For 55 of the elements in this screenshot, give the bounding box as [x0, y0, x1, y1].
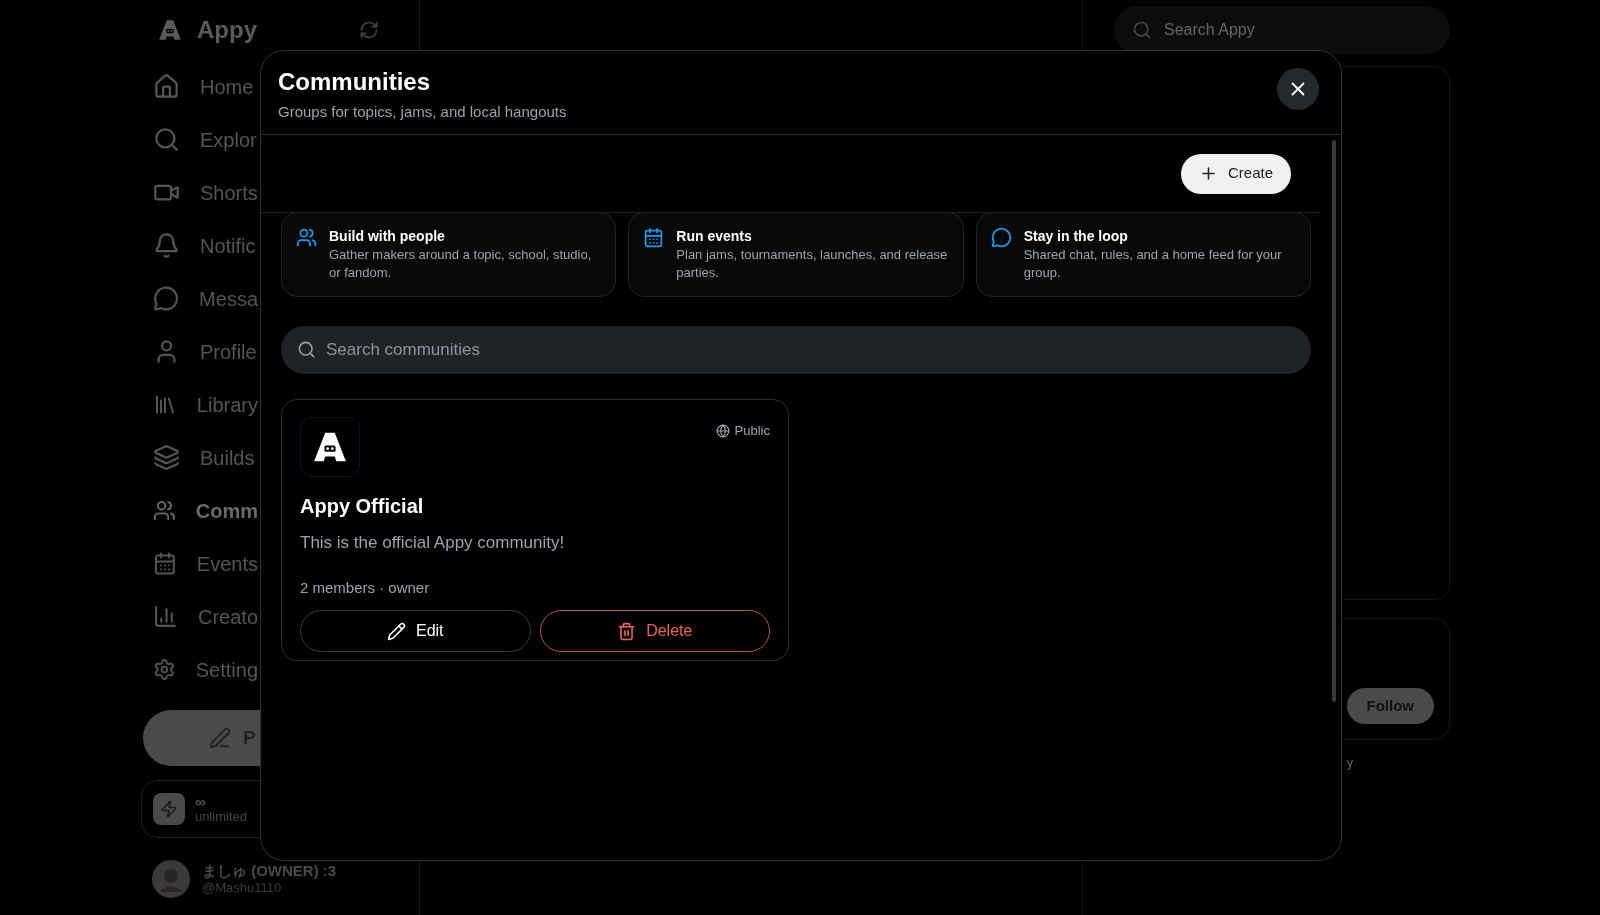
nav-item[interactable]: Setting: [140, 643, 258, 696]
follow-button[interactable]: Follow: [1346, 688, 1434, 724]
community-name: Appy Official: [300, 494, 425, 519]
search-field[interactable]: Search Appy: [1114, 6, 1450, 54]
pencil-icon: [386, 621, 406, 641]
visibility-label: Public: [734, 422, 770, 440]
nav-item[interactable]: Home: [140, 60, 258, 113]
home-icon: [153, 73, 180, 100]
dialog-subtitle: Groups for topics, jams, and local hangouts: [278, 102, 567, 122]
credits-symbol: ∞: [195, 794, 207, 809]
bar-chart-icon: [153, 603, 178, 630]
avatar: [152, 860, 190, 898]
globe-icon: [715, 423, 730, 438]
settings-icon: [153, 656, 176, 683]
people-icon: [296, 227, 317, 248]
brand-name: Appy: [197, 15, 257, 45]
trash-icon: [617, 621, 637, 641]
chat-bubble-icon: [153, 285, 180, 312]
feature-title: Run events: [676, 227, 753, 245]
nav-item[interactable]: Creato: [140, 590, 258, 643]
nav-item[interactable]: Events: [140, 537, 258, 590]
feature-text: Shared chat, rules, and a home feed for your group.: [1023, 246, 1283, 282]
calendar-icon: [643, 227, 665, 248]
search-icon: [297, 340, 316, 359]
search-icon: [153, 126, 180, 153]
search-icon: [1132, 20, 1152, 40]
logo-icon: [157, 17, 183, 43]
account-name: ましゅ (OWNER) :3: [202, 862, 337, 879]
feature-title: Stay in the loop: [1023, 227, 1129, 245]
pen-icon: [209, 727, 231, 749]
feature-title: Build with people: [329, 227, 446, 245]
bell-icon: [153, 232, 180, 259]
nav-item[interactable]: Comm: [140, 484, 258, 537]
feature-text: Gather makers around a topic, school, studio, or fandom.: [329, 246, 593, 282]
calendar-icon: [153, 550, 177, 577]
feature-text: Plan jams, tournaments, launches, and release parties.: [676, 246, 949, 282]
search-field[interactable]: Search communities: [281, 326, 1311, 374]
create-button[interactable]: Create: [1180, 153, 1291, 194]
nav-item[interactable]: Builds: [140, 431, 258, 484]
lightning-icon: [160, 800, 178, 818]
nav-item[interactable]: Explor: [140, 113, 258, 166]
nav-item[interactable]: Notific: [140, 219, 258, 272]
dialog-title: Communities: [278, 67, 431, 97]
footer-text: y: [1347, 755, 1354, 772]
chat-bubble-icon: [990, 227, 1012, 248]
close-button[interactable]: [1277, 68, 1319, 110]
account-handle: @Mashu1110: [202, 879, 283, 896]
nav-item[interactable]: Shorts: [140, 166, 258, 219]
community-description: This is the official Appy community!: [300, 532, 566, 554]
nav-item[interactable]: Messa: [140, 272, 258, 325]
nav-item[interactable]: Profile: [140, 325, 258, 378]
nav-item[interactable]: Library: [140, 378, 258, 431]
community-meta: 2 members · owner: [300, 577, 431, 598]
credits-label: unlimited: [195, 809, 248, 824]
layers-icon: [153, 444, 180, 471]
